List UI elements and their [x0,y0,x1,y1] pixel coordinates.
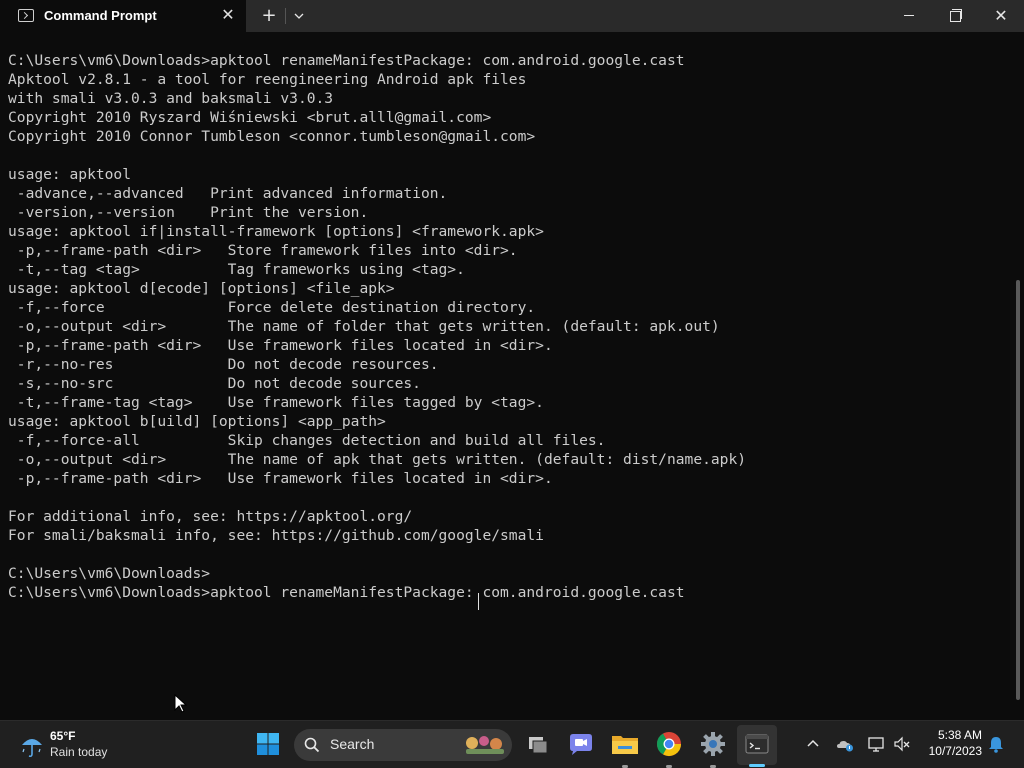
restore-icon-back [952,9,962,19]
terminal-line: usage: apktool [8,166,132,183]
weather-temperature: 65°F [50,729,76,743]
task-view-icon [529,737,548,754]
volume-muted-icon [894,736,910,752]
terminal-line: -t,--frame-tag <tag> Use framework files… [8,394,544,411]
terminal-line: Copyright 2010 Connor Tumbleson <connor.… [8,128,536,145]
chrome-icon [657,732,681,757]
new-tab-button[interactable]: + [257,4,281,28]
start-button[interactable] [251,727,285,761]
taskbar-clock[interactable]: 5:38 AM 10/7/2023 [918,727,982,759]
network-tray-button[interactable] [866,734,886,754]
tab-dropdown-button[interactable] [287,4,311,28]
tab-close-button[interactable]: ✕ [218,5,238,25]
terminal-line: usage: apktool b[uild] [options] <app_pa… [8,413,386,430]
terminal-line: -p,--frame-path <dir> Use framework file… [8,470,553,487]
terminal-active-indicator [749,764,765,767]
terminal-line: usage: apktool d[ecode] [options] <file_… [8,280,395,297]
terminal-output[interactable]: C:\Users\vm6\Downloads>apktool renameMan… [0,32,1014,718]
terminal-line: For smali/baksmali info, see: https://gi… [8,527,544,544]
terminal-line: -p,--frame-path <dir> Use framework file… [8,337,553,354]
tab-command-prompt[interactable]: Command Prompt ✕ [0,0,246,32]
text-caret [478,593,479,610]
tab-separator [285,8,286,24]
terminal-line: Apktool v2.8.1 - a tool for reengineerin… [8,71,527,88]
settings-button[interactable] [696,727,730,761]
chat-button[interactable] [564,727,598,761]
terminal-line: -f,--force-all Skip changes detection an… [8,432,606,449]
taskbar-search-box[interactable]: Search [294,729,512,761]
onedrive-icon [837,741,853,752]
weather-widget[interactable]: 65°F Rain today [14,727,134,763]
terminal-line: usage: apktool if|install-framework [opt… [8,223,544,240]
volume-tray-button[interactable] [892,734,912,754]
teams-chat-icon [570,734,592,755]
notifications-button[interactable] [986,734,1006,754]
mouse-pointer-icon [174,694,188,713]
tab-title: Command Prompt [44,8,157,23]
terminal-line: -r,--no-res Do not decode resources. [8,356,439,373]
terminal-line: -o,--output <dir> The name of folder tha… [8,318,720,335]
notification-bell-icon [989,737,1003,753]
taskbar: 65°F Rain today Search 5:38 AM 10/7/2023 [0,720,1024,768]
terminal-line: For additional info, see: https://apktoo… [8,508,413,525]
windows-start-icon [257,733,279,755]
search-icon [304,737,320,753]
file-explorer-button[interactable] [608,727,642,761]
terminal-line: C:\Users\vm6\Downloads> [8,565,211,582]
terminal-line: -advance,--advanced Print advanced infor… [8,185,448,202]
file-explorer-icon [612,736,638,754]
search-highlight-icon [466,736,504,754]
close-button[interactable]: ✕ [978,0,1024,32]
terminal-line: with smali v3.0.3 and baksmali v3.0.3 [8,90,334,107]
terminal-line: Copyright 2010 Ryszard Wiśniewski <brut.… [8,109,492,126]
search-label: Search [330,736,375,752]
show-hidden-icons-button[interactable] [803,734,823,754]
onedrive-tray-button[interactable] [835,734,855,754]
terminal-line: -s,--no-src Do not decode sources. [8,375,421,392]
terminal-line: -o,--output <dir> The name of apk that g… [8,451,747,468]
task-view-button[interactable] [521,727,555,761]
clock-date: 10/7/2023 [928,744,982,758]
chrome-button[interactable] [652,727,686,761]
terminal-scrollbar[interactable] [1016,280,1020,700]
terminal-text: C:\Users\vm6\Downloads>apktool renameMan… [0,32,1014,602]
command-prompt-icon [18,9,34,22]
terminal-line: -version,--version Print the version. [8,204,369,221]
network-icon [868,737,884,752]
terminal-button[interactable] [740,727,774,761]
title-bar: Command Prompt ✕ + ✕ [0,0,1024,32]
terminal-icon [745,734,769,754]
chevron-down-icon [294,13,304,19]
terminal-line: -t,--tag <tag> Tag frameworks using <tag… [8,261,465,278]
settings-gear-icon [701,732,725,756]
rain-umbrella-icon [22,739,42,758]
terminal-line: -p,--frame-path <dir> Store framework fi… [8,242,518,259]
chevron-up-icon [807,739,819,747]
minimize-button[interactable] [886,0,932,32]
clock-time: 5:38 AM [937,728,982,742]
maximize-button[interactable] [932,0,978,32]
terminal-line: C:\Users\vm6\Downloads>apktool renameMan… [8,52,685,69]
terminal-line: -f,--force Force delete destination dire… [8,299,536,316]
weather-description: Rain today [50,745,108,759]
minimize-icon [904,15,914,16]
terminal-line: C:\Users\vm6\Downloads>apktool renameMan… [8,584,685,601]
